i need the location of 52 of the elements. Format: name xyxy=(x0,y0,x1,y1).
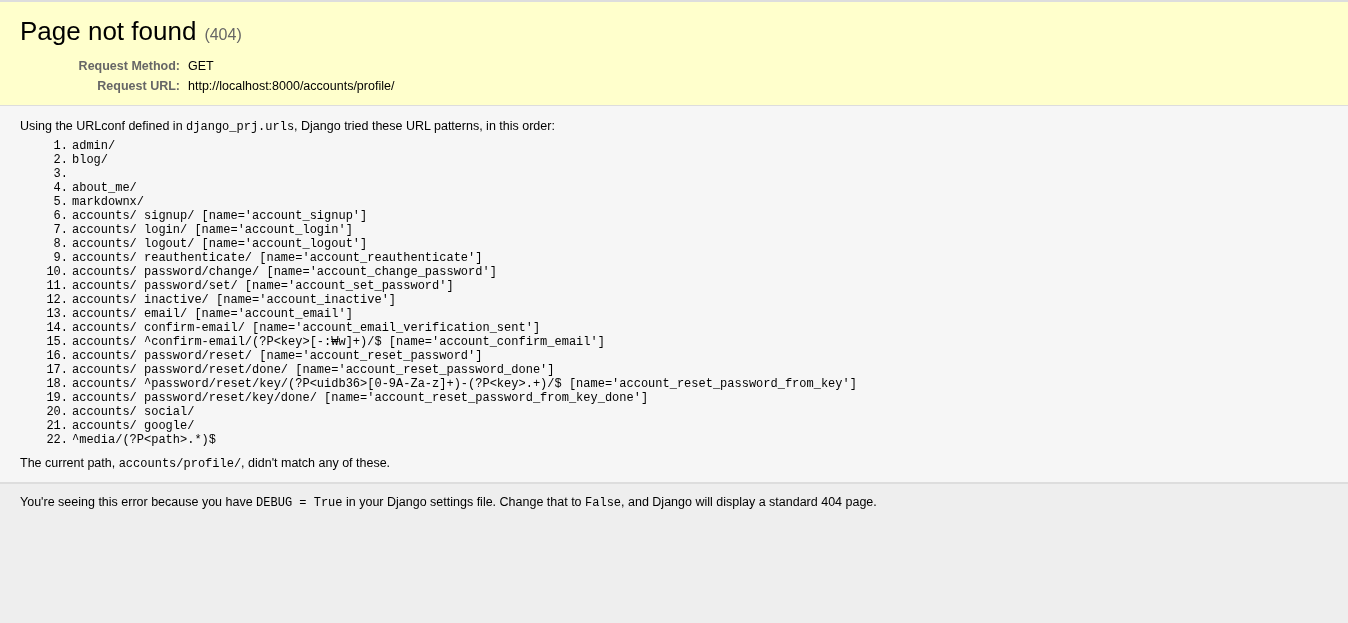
info-value: http://localhost:8000/accounts/profile/ xyxy=(188,79,395,93)
list-number: 5. xyxy=(52,195,68,209)
list-number: 18. xyxy=(45,377,68,391)
intro-text: Using the URLconf defined in django_prj.urls, Django tried these URL patterns, in this order: xyxy=(20,118,556,135)
url-pattern: markdownx/ xyxy=(72,195,144,209)
page-title: Page not found xyxy=(20,16,197,47)
list-number: 3. xyxy=(52,167,68,181)
list-number: 15. xyxy=(45,335,68,349)
list-number: 1. xyxy=(52,139,68,153)
url-pattern: accounts/ social/ xyxy=(72,405,195,419)
list-number: 6. xyxy=(52,209,68,223)
info-value: GET xyxy=(188,59,215,73)
list-number: 16. xyxy=(45,349,68,363)
list-number: 20. xyxy=(45,405,68,419)
list-number: 8. xyxy=(52,237,68,251)
list-number: 22. xyxy=(45,433,68,447)
list-number: 4. xyxy=(52,181,68,195)
url-pattern: accounts/ inactive/ [name='account_inactive'] xyxy=(72,293,397,307)
list-number: 10. xyxy=(45,265,68,279)
url-pattern: accounts/ signup/ [name='account_signup'] xyxy=(72,209,368,223)
url-pattern: accounts/ password/change/ [name='account_change_password'] xyxy=(72,265,497,279)
url-pattern: accounts/ password/reset/done/ [name='account_reset_password_done'] xyxy=(72,363,555,377)
url-pattern: accounts/ confirm-email/ [name='account_email_verification_sent'] xyxy=(72,321,541,335)
list-number: 14. xyxy=(45,321,68,335)
list-number: 13. xyxy=(45,307,68,321)
url-pattern: ^media/(?P<path>.*)$ xyxy=(72,433,217,447)
list-number: 17. xyxy=(45,363,68,377)
list-number: 19. xyxy=(45,391,68,405)
list-number: 11. xyxy=(45,279,68,293)
url-pattern: accounts/ password/reset/ [name='account_reset_password'] xyxy=(72,349,483,363)
list-number: 21. xyxy=(45,419,68,433)
url-pattern: accounts/ reauthenticate/ [name='account_reauthenticate'] xyxy=(72,251,483,265)
list-number: 2. xyxy=(52,153,68,167)
url-pattern: accounts/ login/ [name='account_login'] xyxy=(72,223,353,237)
url-pattern: about_me/ xyxy=(72,181,137,195)
explanation-text: You're seeing this error because you have DEBUG = True in your Django settings file. Change that to False, and Django will display a standard 404 page. xyxy=(20,494,878,511)
url-pattern: accounts/ password/reset/key/done/ [name='account_reset_password_from_key_done'] xyxy=(72,391,649,405)
list-number: 9. xyxy=(52,251,68,265)
current-path-text: The current path, accounts/profile/, didn't match any of these. xyxy=(20,455,392,472)
info-label: Request URL: xyxy=(96,79,180,93)
url-pattern: accounts/ google/ xyxy=(72,419,195,433)
url-pattern: accounts/ ^password/reset/key/(?P<uidb36>[0-9A-Za-z]+)-(?P<key>.+)/$ [name='account_reset_password_from_key'] xyxy=(72,377,857,391)
url-pattern: accounts/ password/set/ [name='account_set_password'] xyxy=(72,279,454,293)
url-pattern: accounts/ ^confirm-email/(?P<key>[-:₩w]+)/$ [name='account_confirm_email'] xyxy=(72,335,605,349)
list-number: 12. xyxy=(45,293,68,307)
url-pattern: admin/ xyxy=(72,139,116,153)
status-code: (404) xyxy=(204,26,242,44)
list-number: 7. xyxy=(52,223,68,237)
url-pattern: accounts/ logout/ [name='account_logout'] xyxy=(72,237,368,251)
url-pattern: blog/ xyxy=(72,153,108,167)
url-pattern: accounts/ email/ [name='account_email'] xyxy=(72,307,353,321)
info-label: Request Method: xyxy=(77,59,180,73)
